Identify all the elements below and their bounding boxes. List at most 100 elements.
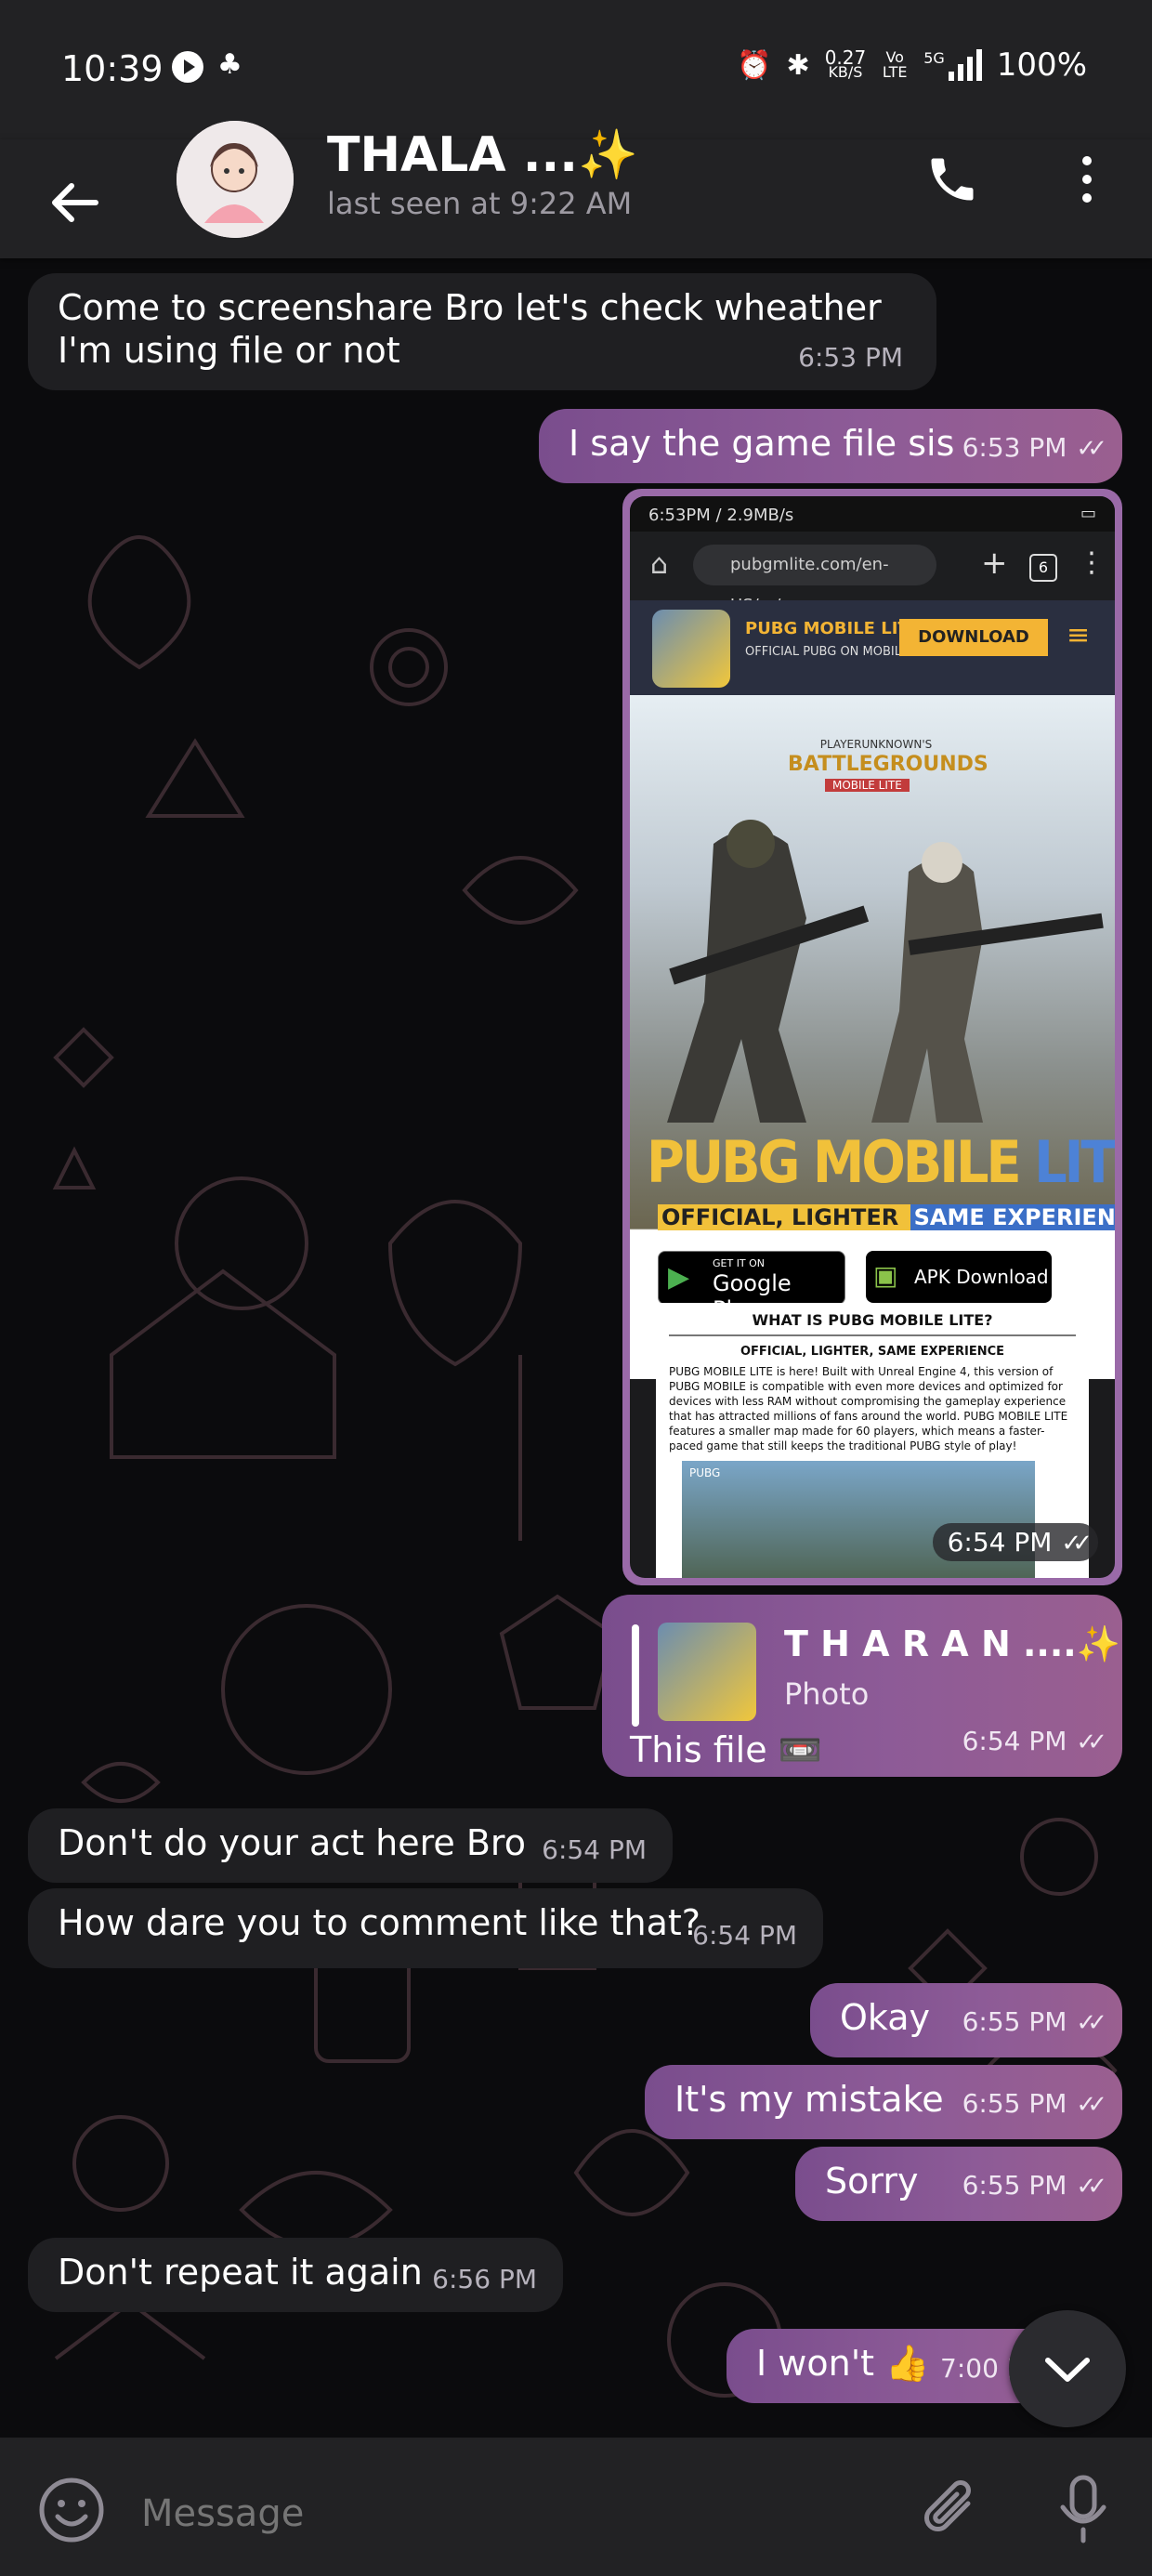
message-outgoing[interactable]: Sorry 6:55 PM ✓✓ (795, 2147, 1122, 2221)
attach-button[interactable] (920, 2476, 985, 2548)
photo-image[interactable]: 6:53PM / 2.9MB/s ▭ ⌂ pubgmlite.com/en-US/… (630, 496, 1115, 1578)
message-incoming[interactable]: How dare you to comment like that? 6:54 … (28, 1888, 823, 1968)
notification-icon: ♣ (217, 48, 242, 81)
read-ticks-icon: ✓✓ (1076, 2173, 1106, 2201)
message-incoming[interactable]: Don't do your act here Bro 6:54 PM (28, 1808, 673, 1883)
more-options-button[interactable] (1068, 151, 1106, 207)
photo-status-time: 6:53PM / 2.9MB/s (648, 506, 794, 525)
paperclip-icon (924, 2480, 971, 2531)
message-time: 6:53 PM (962, 432, 1067, 463)
battery-level: 100% (996, 46, 1087, 84)
google-play-top: GET IT ON (713, 1257, 766, 1269)
apk-download-label: APK Download (914, 1266, 1049, 1288)
photo-download-button: DOWNLOAD (899, 619, 1048, 656)
message-time: 6:55 PM (962, 2170, 1067, 2201)
reply-kind: Photo (784, 1676, 870, 1712)
volte-indicator: Vo LTE (882, 48, 908, 81)
message-time: 6:55 PM (962, 2006, 1067, 2037)
hero-big-title: PUBG MOBILE LITE (647, 1128, 1115, 1196)
read-ticks-icon: ✓✓ (1076, 2009, 1106, 2037)
photo-timestamp: 6:54 PM ✓✓ (932, 1523, 1098, 1561)
google-play-icon: ▶ (668, 1261, 690, 1294)
message-outgoing[interactable]: It's my mistake 6:55 PM ✓✓ (645, 2065, 1122, 2139)
hero-logo-line2: BATTLEGROUNDS (788, 753, 988, 776)
photo-plus-icon: + (981, 545, 1008, 582)
hero-logo-line1: PLAYERUNKNOWN'S (819, 738, 933, 751)
voice-record-button[interactable] (1054, 2472, 1113, 2550)
video-label: PUBG (689, 1466, 721, 1479)
photo-brand-sub: OFFICIAL PUBG ON MOBILE (745, 645, 910, 659)
message-meta: 6:55 PM ✓✓ (962, 2083, 1107, 2126)
reply-bar (632, 1624, 639, 1727)
hero-tagline-b: SAME EXPERIENCE (910, 1204, 1115, 1230)
message-time: 6:54 PM (542, 1834, 647, 1865)
hero-logo-line3: MOBILE LITE (825, 779, 910, 792)
photo-status-bar: 6:53PM / 2.9MB/s ▭ (630, 496, 1115, 532)
soldiers-artwork (667, 820, 1104, 1123)
status-right-group: ⏰ ✱ 0.27 KB/S Vo LTE 5G 100% (737, 46, 1087, 84)
smiley-icon (39, 2477, 104, 2543)
photo-menu-icon: ⋮ (1078, 546, 1106, 579)
chevron-down-icon (1045, 2358, 1090, 2382)
avatar-image (177, 121, 294, 238)
speed-unit: KB/S (828, 63, 863, 81)
message-incoming[interactable]: Don't repeat it again 6:56 PM (28, 2238, 563, 2312)
message-time: 6:55 PM (962, 2088, 1067, 2119)
reply-thumbnail (658, 1623, 756, 1721)
scroll-to-bottom-button[interactable] (1009, 2310, 1126, 2427)
message-incoming[interactable]: Come to screenshare Bro let's check whea… (28, 273, 936, 390)
alarm-icon: ⏰ (737, 48, 772, 82)
play-icon (171, 50, 204, 87)
signal-icon: 5G (923, 49, 982, 81)
read-ticks-icon: ✓✓ (1076, 1728, 1106, 1756)
hero-title-main: PUBG MOBILE (647, 1128, 1035, 1196)
read-ticks-icon: ✓✓ (1076, 2091, 1106, 2119)
message-time: 6:54 PM (692, 1920, 797, 1951)
message-time: 6:53 PM (798, 342, 903, 373)
photo-tab-count: 6 (1029, 554, 1057, 582)
call-button[interactable] (924, 151, 980, 207)
photo-brand-title: PUBG MOBILE LITE (745, 619, 921, 638)
message-time: 6:56 PM (432, 2264, 537, 2294)
read-ticks-icon: ✓✓ (1061, 1530, 1092, 1557)
apk-download-badge: ▣ APK Download (866, 1251, 1052, 1303)
message-outgoing-reply[interactable]: T H A R A N ....✨ Photo This file 📼 6:54… (602, 1595, 1122, 1777)
photo-site-nav: PUBG MOBILE LITE OFFICIAL PUBG ON MOBILE… (630, 600, 1115, 695)
message-text: How dare you to comment like that? (58, 1902, 700, 1943)
back-button[interactable] (37, 175, 111, 230)
network-type: 5G (923, 49, 945, 67)
phone-icon (931, 158, 974, 201)
hero-tagline: OFFICIAL, LIGHTER SAME EXPERIENCE (658, 1204, 1115, 1230)
avatar[interactable] (177, 121, 294, 238)
message-text: This file 📼 (630, 1729, 822, 1770)
message-outgoing[interactable]: I say the game file sis 6:53 PM ✓✓ (539, 409, 1122, 483)
pubg-lite-logo (652, 610, 730, 688)
message-text: Come to screenshare Bro let's check whea… (58, 287, 882, 371)
message-meta: 6:54 PM ✓✓ (962, 1720, 1107, 1764)
contact-name[interactable]: THALA ...✨ (327, 126, 638, 183)
desc-subtitle: OFFICIAL, LIGHTER, SAME EXPERIENCE (740, 1345, 1005, 1359)
arrow-left-icon (52, 183, 98, 222)
message-input[interactable] (139, 2491, 886, 2536)
more-vert-icon (1082, 156, 1092, 165)
photo-battery-icon: ▭ (1080, 504, 1096, 523)
status-time: 10:39 (61, 48, 164, 89)
message-meta: 6:55 PM ✓✓ (962, 2001, 1107, 2044)
hero-title-lite: LITE (1034, 1128, 1115, 1196)
message-outgoing[interactable]: Okay 6:55 PM ✓✓ (810, 1983, 1122, 2057)
desc-body: PUBG MOBILE LITE is here! Built with Unr… (669, 1365, 1068, 1452)
hero-tagline-a: OFFICIAL, LIGHTER (658, 1204, 910, 1230)
read-ticks-icon: ✓✓ (1076, 435, 1106, 463)
message-time: 6:54 PM (962, 1726, 1067, 1756)
google-play-badge: ▶ GET IT ON Google Play (658, 1251, 845, 1322)
emoji-button[interactable] (37, 2476, 106, 2548)
photo-hamburger-icon: ≡ (1067, 619, 1091, 651)
photo-url-bar: ⌂ pubgmlite.com/en-US/m/ + 6 ⋮ (630, 532, 1115, 615)
bluetooth-icon: ✱ (786, 48, 810, 82)
photo-url-field: pubgmlite.com/en-US/m/ (693, 545, 936, 615)
message-time: 6:54 PM (947, 1527, 1053, 1557)
message-meta: 6:53 PM ✓✓ (962, 427, 1107, 470)
last-seen-status: last seen at 9:22 AM (327, 186, 633, 221)
desc-title: WHAT IS PUBG MOBILE LITE? (669, 1312, 1076, 1336)
photo-home-icon: ⌂ (650, 548, 669, 581)
